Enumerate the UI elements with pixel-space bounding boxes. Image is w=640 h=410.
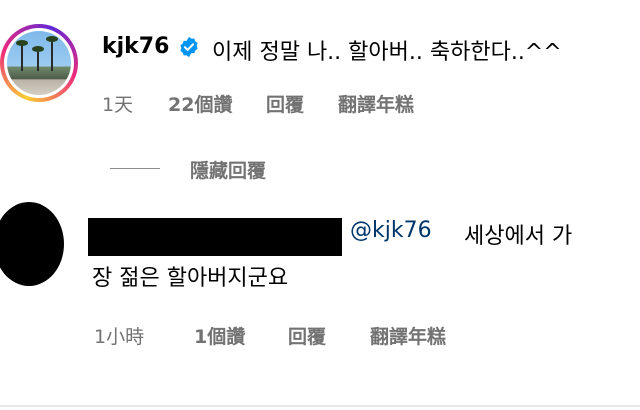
palm-tree-icon xyxy=(16,40,28,71)
reply-avatar[interactable] xyxy=(0,202,64,286)
reply-text-line2: 장 젊은 할아버지군요 xyxy=(92,266,289,291)
reply-text-line1: 세상에서 가 xyxy=(464,224,573,249)
verified-badge-icon xyxy=(180,36,198,58)
hide-replies-button[interactable]: 隱藏回覆 xyxy=(190,156,266,183)
reply-mention-link[interactable]: @kjk76 xyxy=(350,218,432,243)
comment-time[interactable]: 1天 xyxy=(102,90,133,117)
reply-likes[interactable]: 1個讚 xyxy=(194,322,245,349)
palm-tree-icon xyxy=(32,46,44,71)
reply-translate-button[interactable]: 翻譯年糕 xyxy=(370,322,446,349)
divider xyxy=(0,405,640,407)
palm-tree-icon xyxy=(46,36,58,71)
comment-reply-button[interactable]: 回覆 xyxy=(266,90,304,117)
hide-replies-line xyxy=(110,168,160,169)
redacted-username xyxy=(88,218,342,256)
avatar-photo xyxy=(7,31,71,95)
reply-reply-button[interactable]: 回覆 xyxy=(288,322,326,349)
comment-translate-button[interactable]: 翻譯年糕 xyxy=(338,90,414,117)
comment-text: 이제 정말 나.. 할아버.. 축하한다..^^ xyxy=(212,40,562,65)
commenter-avatar[interactable] xyxy=(0,24,78,102)
comment-likes[interactable]: 22個讚 xyxy=(168,90,232,117)
comment-username[interactable]: kjk76 xyxy=(102,34,169,59)
reply-time[interactable]: 1小時 xyxy=(94,322,144,349)
